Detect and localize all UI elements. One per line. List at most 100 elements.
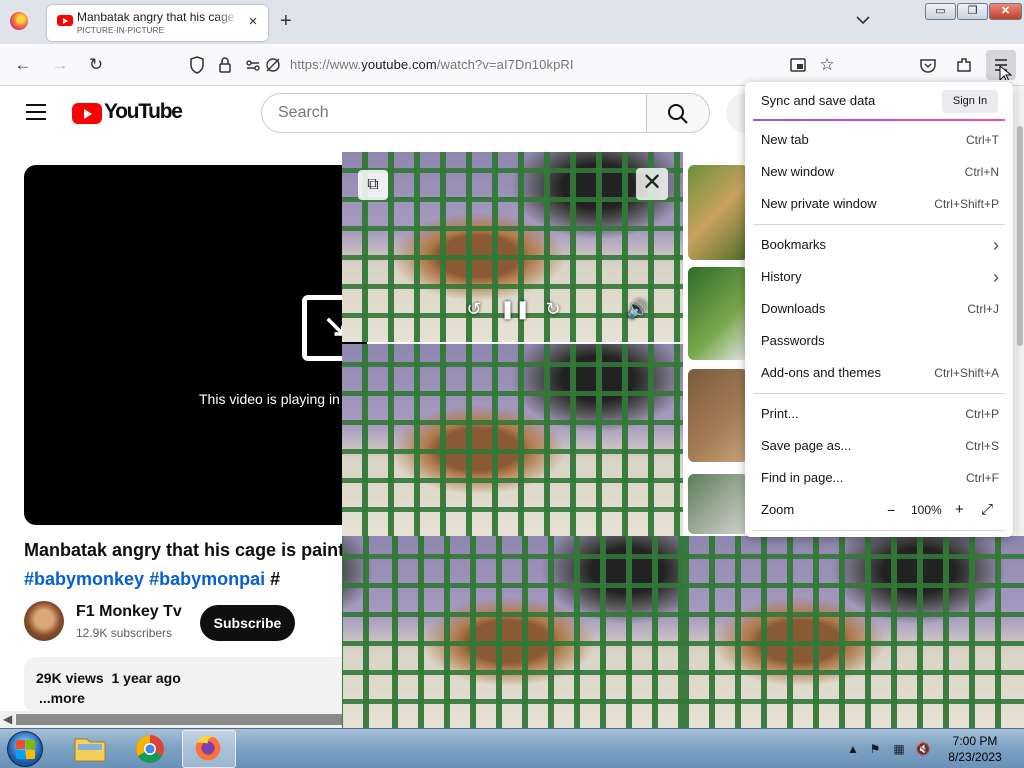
views-and-age: 29K views 1 year ago — [36, 670, 181, 686]
forward-icon[interactable]: → — [49, 54, 71, 76]
youtube-favicon-icon — [57, 15, 73, 26]
tab-title: Manbatak angry that his cage is painted — [77, 10, 239, 24]
hashtags: #babymonkey #babymonpai # — [24, 569, 280, 590]
bookmark-star-icon[interactable]: ☆ — [816, 54, 838, 76]
search-button[interactable] — [646, 93, 710, 133]
address-bar[interactable]: https://www.youtube.com/watch?v=aI7Dn10k… — [290, 57, 574, 72]
network-icon[interactable]: ▦ — [891, 741, 907, 757]
reload-icon[interactable]: ↻ — [85, 54, 107, 76]
menu-separator — [753, 393, 1005, 394]
chevron-right-icon: › — [993, 267, 999, 287]
chevron-right-icon: › — [993, 235, 999, 255]
pip-close-button[interactable]: ✕ — [636, 168, 668, 200]
subscriber-count: 12.9K subscribers — [76, 626, 173, 640]
tab-youtube[interactable]: Manbatak angry that his cage is painted … — [47, 5, 268, 41]
lock-icon[interactable] — [214, 54, 236, 76]
url-domain: youtube.com — [361, 57, 437, 72]
tab-close-button[interactable]: × — [245, 14, 261, 30]
show-more-link[interactable]: ...more — [39, 690, 85, 706]
show-hidden-icons[interactable]: ▲ — [845, 741, 861, 757]
menu-item-history[interactable]: History › — [761, 265, 999, 289]
back-icon[interactable]: ← — [12, 54, 34, 76]
scroll-left-icon[interactable]: ◀ — [3, 712, 12, 726]
menu-item-passwords[interactable]: Passwords — [761, 329, 999, 353]
related-video-thumbnail[interactable] — [688, 369, 748, 462]
search-input[interactable]: Search — [261, 93, 647, 133]
menu-item-save-page[interactable]: Save page as... Ctrl+S — [761, 434, 999, 458]
minimize-button[interactable]: ▭ — [925, 3, 956, 20]
zoom-in-button[interactable]: + — [955, 498, 964, 522]
fullscreen-icon[interactable]: ⤢ — [981, 498, 993, 522]
zoom-out-button[interactable]: − — [887, 498, 895, 522]
autoplay-blocked-icon[interactable] — [262, 54, 284, 76]
tracking-shield-icon[interactable] — [186, 54, 208, 76]
clock-date[interactable]: 8/23/2023 — [945, 750, 1005, 764]
menu-item-bookmarks[interactable]: Bookmarks › — [761, 233, 999, 257]
close-window-button[interactable]: ✕ — [989, 3, 1022, 20]
description-box[interactable]: 29K views 1 year ago ...more — [24, 657, 354, 713]
youtube-logo-text[interactable]: YouTube — [104, 100, 183, 124]
url-prefix: https://www. — [290, 57, 362, 72]
picture-in-picture-icon[interactable] — [787, 54, 809, 76]
hamburger-menu-icon — [995, 59, 1013, 83]
youtube-logo-icon[interactable] — [72, 103, 102, 124]
app-menu-panel: Sync and save data Sign In New tab Ctrl+T… — [745, 82, 1013, 537]
horizontal-scrollbar[interactable]: ◀ — [0, 711, 342, 728]
firefox-view-icon[interactable] — [10, 12, 28, 30]
menu-item-print[interactable]: Print... Ctrl+P — [761, 402, 999, 426]
taskbar-firefox[interactable] — [182, 730, 236, 768]
hashtag-link[interactable]: #babymonkey — [24, 569, 144, 589]
hashtag-link[interactable]: #babymonpai — [149, 569, 265, 589]
app-menu-button[interactable] — [986, 50, 1016, 83]
sync-divider — [753, 119, 1005, 121]
menu-item-zoom: Zoom − 100% + ⤢ — [761, 498, 999, 522]
menu-item-find-in-page[interactable]: Find in page... Ctrl+F — [761, 466, 999, 490]
action-center-icon[interactable]: ⚑ — [867, 741, 883, 757]
video-frame — [342, 536, 683, 728]
menu-separator — [753, 530, 1005, 531]
pip-volume-icon[interactable]: 🔊 — [626, 297, 650, 321]
pip-back-to-tab-button[interactable]: ⧉ — [358, 170, 388, 200]
start-button[interactable] — [7, 731, 43, 767]
list-all-tabs-icon[interactable] — [855, 12, 871, 28]
clock-time[interactable]: 7:00 PM — [945, 734, 1005, 748]
sign-in-button[interactable]: Sign In — [942, 90, 998, 113]
channel-name[interactable]: F1 Monkey Tv — [76, 603, 182, 621]
pip-forward-icon[interactable]: ↻ — [541, 297, 565, 321]
menu-item-new-tab[interactable]: New tab Ctrl+T — [761, 128, 999, 152]
extensions-icon[interactable] — [953, 54, 975, 76]
volume-muted-icon[interactable]: 🔇 — [915, 741, 931, 757]
zoom-level[interactable]: 100% — [911, 498, 942, 522]
menu-item-new-private-window[interactable]: New private window Ctrl+Shift+P — [761, 192, 999, 216]
url-path: /watch?v=aI7Dn10kpRI — [436, 57, 574, 72]
windows-taskbar: ▲ ⚑ ▦ 🔇 7:00 PM 8/23/2023 — [0, 728, 1024, 768]
video-frame — [683, 536, 1024, 728]
permissions-icon[interactable] — [242, 54, 264, 76]
new-tab-button[interactable]: + — [280, 11, 292, 31]
pip-pause-icon[interactable]: ❚❚ — [500, 297, 530, 321]
search-placeholder: Search — [278, 104, 329, 121]
firefox-icon — [195, 735, 221, 761]
taskbar-explorer[interactable] — [63, 730, 117, 768]
menu-item-new-window[interactable]: New window Ctrl+N — [761, 160, 999, 184]
search-icon — [668, 104, 688, 124]
related-video-thumbnail[interactable] — [688, 267, 748, 360]
video-title: Manbatak angry that his cage is painted — [24, 540, 354, 560]
hashtag-link[interactable]: # — [270, 569, 280, 589]
related-video-thumbnail[interactable] — [688, 165, 748, 260]
related-video-thumbnail[interactable] — [688, 474, 748, 534]
scrollbar-thumb[interactable] — [16, 714, 342, 725]
subscribe-button[interactable]: Subscribe — [200, 605, 295, 641]
menu-item-downloads[interactable]: Downloads Ctrl+J — [761, 297, 999, 321]
video-player[interactable]: ↘ This video is playing in Picture-in-Pi… — [24, 165, 369, 525]
pip-rewind-icon[interactable]: ↺ — [462, 297, 486, 321]
pocket-icon[interactable] — [917, 54, 939, 76]
restore-button[interactable]: ❐ — [957, 3, 988, 20]
chrome-icon — [136, 735, 164, 763]
channel-avatar[interactable] — [24, 601, 64, 641]
guide-menu-icon[interactable] — [26, 104, 46, 120]
menu-item-addons[interactable]: Add-ons and themes Ctrl+Shift+A — [761, 361, 999, 385]
scrollbar-thumb[interactable] — [1017, 126, 1023, 346]
folder-icon — [74, 738, 106, 762]
taskbar-chrome[interactable] — [123, 730, 177, 768]
